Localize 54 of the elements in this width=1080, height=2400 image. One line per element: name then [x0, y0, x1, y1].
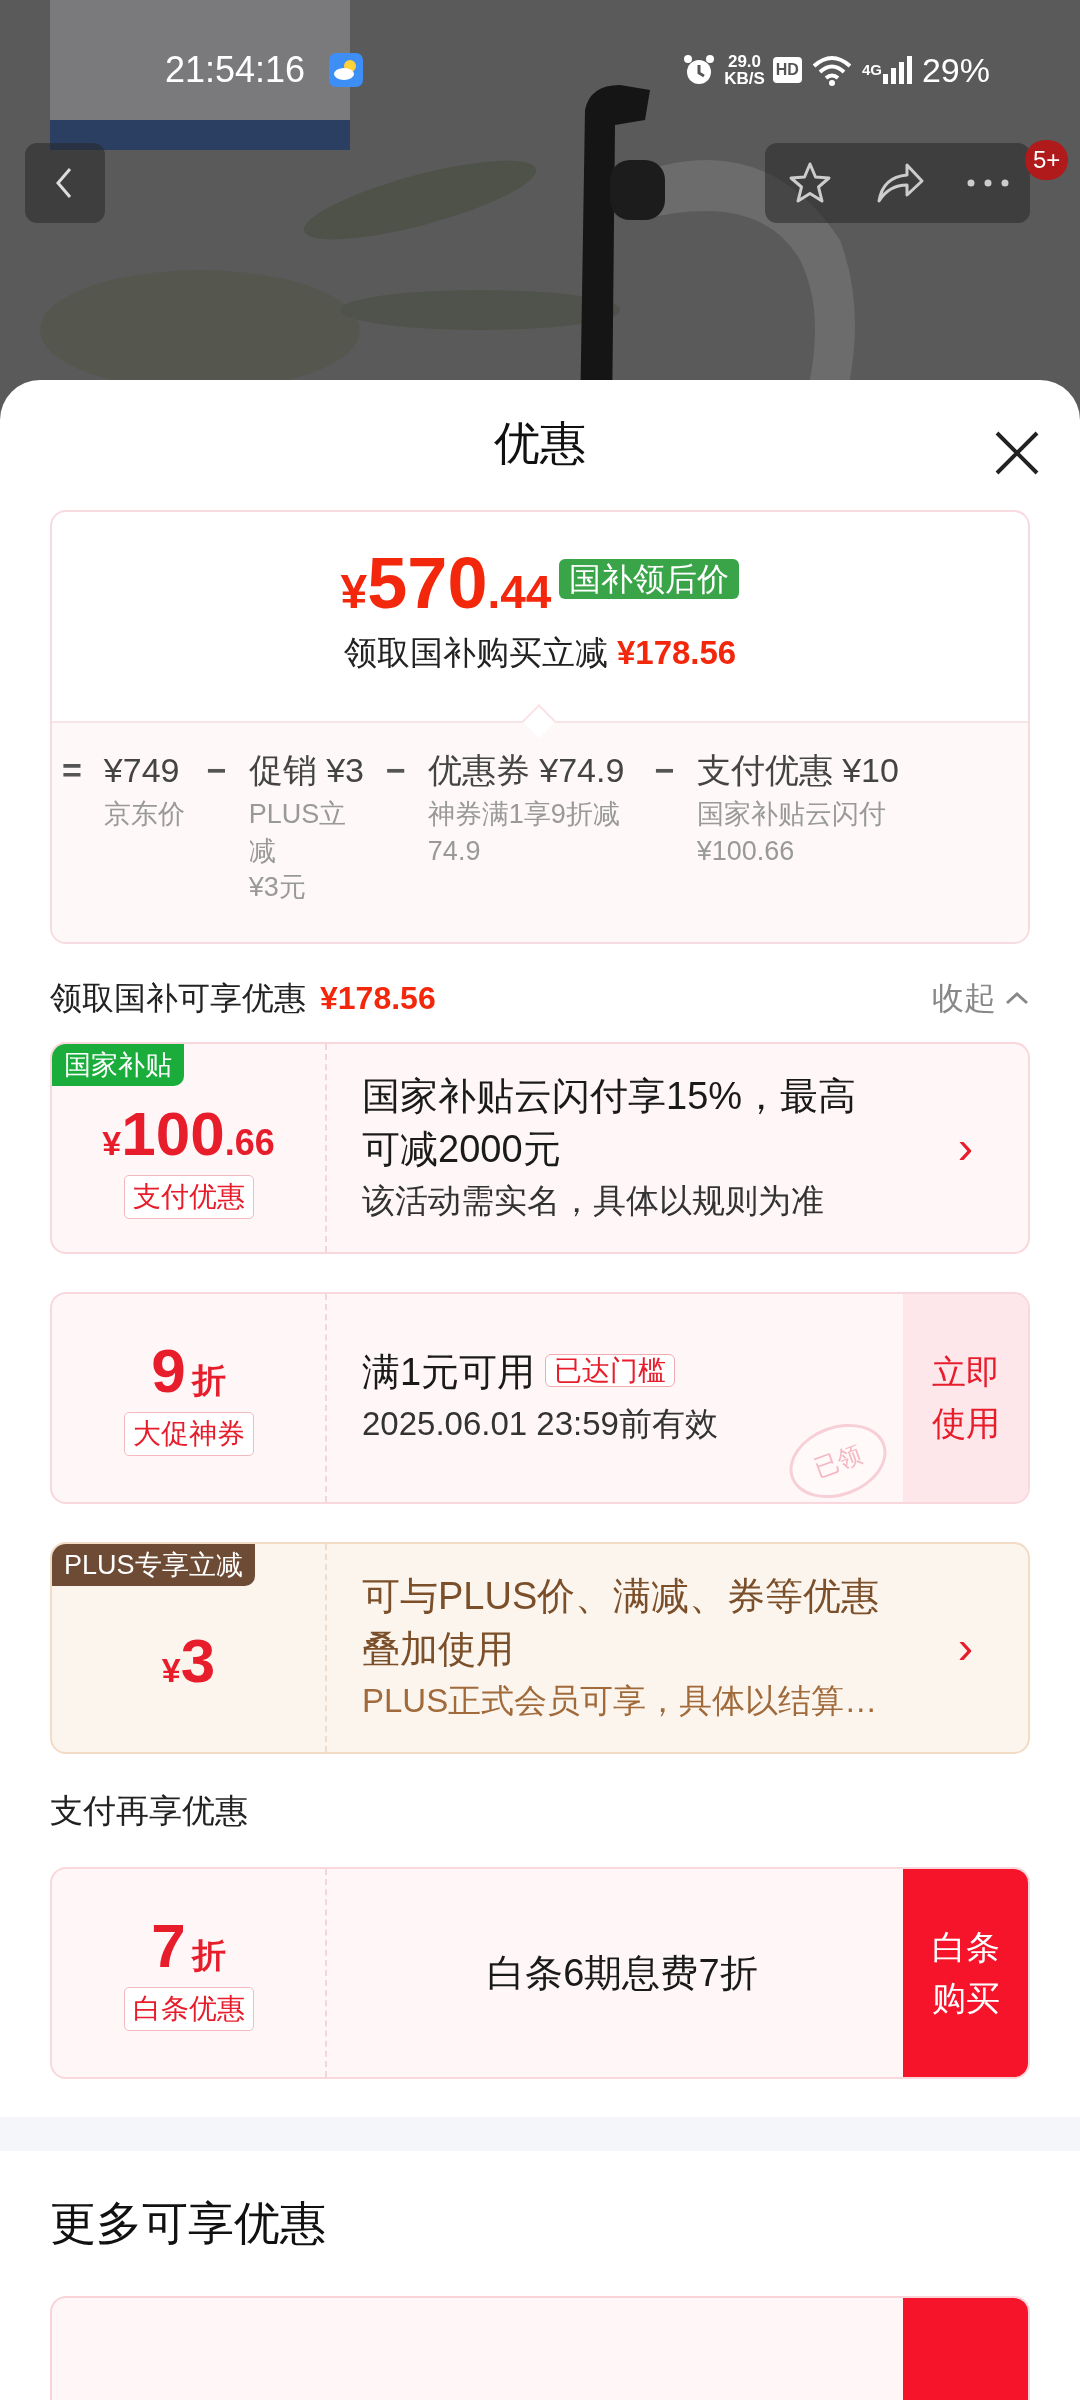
weather-icon	[329, 53, 364, 87]
corner-tag: PLUS专享立减	[52, 1543, 255, 1587]
summary-label: 领取国补可享优惠	[50, 978, 306, 1018]
coupon-label: 白条优惠	[123, 1987, 254, 2032]
coupon-title: 国家补贴云闪付享15%，最高可减2000元	[362, 1073, 858, 1172]
hd-indicator: HD	[772, 57, 802, 83]
breakdown-note: 神券满1享9折减74.9	[427, 798, 621, 868]
coupon-title: 可与PLUS价、满减、券等优惠叠加使用	[362, 1573, 881, 1672]
use-button[interactable]: 立即使用	[903, 1293, 1028, 1502]
coupon-amount: 9 折	[151, 1339, 226, 1402]
coupon-desc: 该活动需实名，具体以规则为准	[362, 1181, 825, 1222]
clock-time: 21:54:16	[165, 48, 306, 92]
signal-icon	[881, 54, 914, 86]
chevron-icon	[1004, 989, 1030, 1006]
coupon-amount: ¥100.66	[102, 1102, 275, 1165]
coupon-label: 大促神券	[123, 1411, 254, 1456]
saving-text: 领取国补购买立减 ¥178.56	[342, 632, 738, 673]
corner-tag: 国家补贴	[52, 1043, 184, 1087]
operator-sign: −	[206, 750, 227, 792]
threshold-badge: 已达门槛	[545, 1354, 676, 1388]
summary-amount: ¥178.56	[320, 978, 436, 1018]
breakdown-title: 促销 ¥3	[248, 750, 364, 792]
coupon-desc: 2025.06.01 23:59前有效	[362, 1404, 719, 1445]
coupon-desc: PLUS正式会员可享，具体以结算…	[362, 1681, 879, 1722]
coupon-amount: ¥3	[161, 1629, 216, 1692]
breakdown-title: 优惠券 ¥74.9	[427, 750, 626, 792]
chevron-button[interactable]: ›	[957, 1613, 974, 1683]
coupon-title: 白条6期息费7折	[487, 1950, 758, 1996]
coupon-label: 支付优惠	[123, 1174, 254, 1219]
section-heading: 更多可享优惠	[50, 2196, 327, 2252]
network-type: 4G	[861, 59, 882, 80]
close-button[interactable]	[994, 430, 1040, 476]
breakdown-note: ¥3元	[248, 871, 307, 905]
operator-sign: −	[654, 750, 675, 792]
breakdown-note: 国家补贴云闪付	[696, 798, 887, 832]
price-tag: 国补领后价	[559, 558, 740, 599]
collapse-toggle[interactable]: 收起	[932, 973, 1030, 1022]
coupon-title: 满1元可用	[362, 1351, 536, 1394]
coupon-amount: 7 折	[151, 1915, 226, 1978]
breakdown-note: 京东价	[103, 798, 185, 832]
operator-sign: =	[62, 750, 82, 792]
breakdown-note: PLUS立减	[248, 798, 348, 868]
breakdown-title: 支付优惠 ¥10	[696, 750, 899, 792]
breakdown-title: ¥749	[103, 750, 181, 792]
section-heading: 支付再享优惠	[50, 1790, 249, 1831]
battery-level: 29%	[921, 49, 990, 91]
buy-button[interactable]: 白条购买	[903, 1869, 1028, 2078]
operator-sign: −	[386, 750, 406, 792]
chevron-button[interactable]: ›	[957, 1113, 974, 1183]
network-speed: 29.0 KB/S	[724, 53, 765, 87]
breakdown-note: ¥100.66	[696, 834, 796, 868]
final-price: ¥570.44	[340, 541, 552, 625]
sheet-title: 优惠	[494, 417, 586, 469]
alarm-icon	[682, 53, 717, 87]
